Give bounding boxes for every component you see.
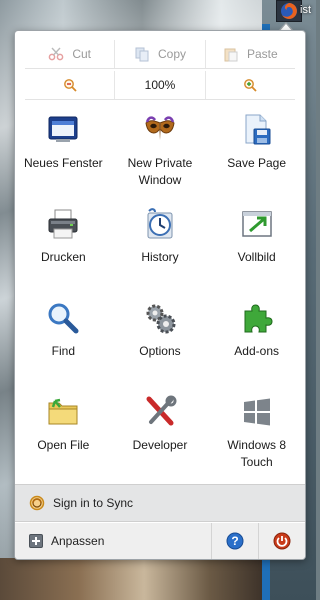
zoom-out-button[interactable] [25, 71, 116, 99]
customize-button[interactable]: Anpassen [15, 534, 211, 548]
background-window-text: ist [300, 4, 311, 16]
copy-label: Copy [157, 47, 186, 61]
windows-logo-icon [240, 395, 274, 429]
paste-button[interactable]: Paste [206, 40, 295, 68]
zoom-in-icon [244, 79, 257, 92]
power-icon [273, 532, 291, 550]
history-clock-icon [143, 207, 177, 241]
svg-text:?: ? [231, 534, 238, 548]
printer-icon [46, 207, 80, 241]
options-button[interactable]: Options [112, 297, 209, 391]
open-file-button[interactable]: Open File [15, 391, 112, 485]
save-page-button[interactable]: Save Page [208, 109, 305, 203]
save-page-icon [240, 113, 274, 147]
paste-icon [224, 48, 238, 62]
plus-square-icon [29, 534, 43, 548]
folder-icon [46, 395, 80, 429]
tile-label: Vollbild [237, 250, 276, 264]
gears-icon [143, 301, 177, 335]
copy-icon [135, 47, 149, 62]
developer-button[interactable]: Developer [112, 391, 209, 485]
tile-label: Developer [132, 438, 188, 452]
firefox-menu-panel: Cut Copy Paste 100% Neues Fenster New Pr… [14, 30, 306, 560]
new-window-button[interactable]: Neues Fenster [15, 109, 112, 203]
customize-label: Anpassen [51, 534, 105, 548]
find-button[interactable]: Find [15, 297, 112, 391]
firefox-icon [281, 3, 297, 19]
fullscreen-icon [240, 207, 274, 241]
print-button[interactable]: Drucken [15, 203, 112, 297]
private-mask-icon [143, 113, 177, 147]
sync-icon [29, 495, 45, 511]
add-ons-button[interactable]: Add-ons [208, 297, 305, 391]
tile-label: History [141, 250, 179, 264]
puzzle-icon [240, 301, 274, 335]
new-private-window-button[interactable]: New Private Window [112, 109, 209, 203]
menu-footer: Anpassen ? [15, 523, 305, 559]
magnifier-icon [46, 301, 80, 335]
edit-controls: Cut Copy Paste [25, 40, 295, 69]
fullscreen-button[interactable]: Vollbild [208, 203, 305, 297]
new-window-icon [46, 113, 80, 147]
cut-label: Cut [72, 47, 91, 61]
tile-label: Options [139, 344, 181, 358]
firefox-menu-button[interactable] [276, 0, 302, 22]
menu-tile-grid: Neues Fenster New Private Window Save Pa… [15, 109, 305, 485]
wrench-icon [143, 395, 177, 429]
tile-label: Add-ons [234, 344, 279, 358]
scissors-icon [48, 47, 64, 61]
tile-label: Open File [37, 438, 90, 452]
tile-label: New Private Window [127, 156, 193, 187]
zoom-level: 100% [144, 78, 176, 92]
history-button[interactable]: History [112, 203, 209, 297]
help-button[interactable]: ? [211, 523, 258, 559]
windows-8-touch-button[interactable]: Windows 8 Touch [208, 391, 305, 485]
zoom-controls: 100% [25, 71, 295, 100]
cut-button[interactable]: Cut [25, 40, 116, 68]
help-icon: ? [226, 532, 244, 550]
tile-label: Save Page [227, 156, 287, 170]
zoom-out-icon [63, 79, 77, 92]
tile-label: Neues Fenster [23, 156, 103, 170]
zoom-reset-button[interactable]: 100% [115, 71, 206, 99]
background-bottom-photo [0, 558, 262, 600]
quit-button[interactable] [258, 523, 305, 559]
sign-in-to-sync-button[interactable]: Sign in to Sync [15, 484, 305, 522]
tile-label: Windows 8 Touch [227, 438, 286, 469]
tile-label: Find [51, 344, 75, 358]
sync-label: Sign in to Sync [53, 496, 134, 510]
copy-button[interactable]: Copy [115, 40, 206, 68]
paste-label: Paste [246, 47, 278, 61]
zoom-in-button[interactable] [206, 71, 295, 99]
tile-label: Drucken [40, 250, 86, 264]
